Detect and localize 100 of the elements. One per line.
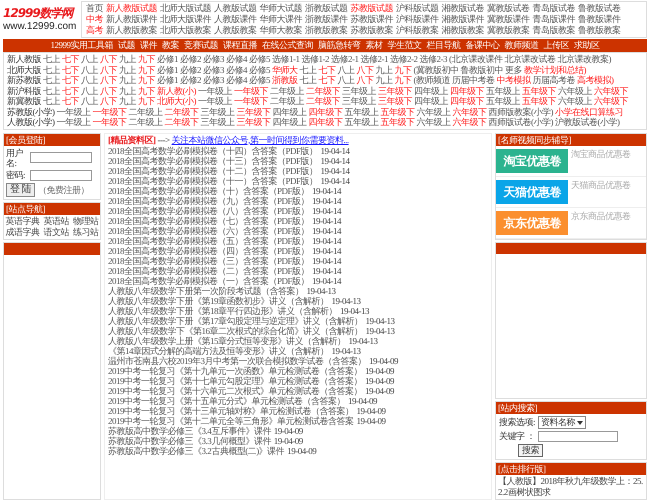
header-link[interactable]: 沪科版教案 <box>396 24 438 36</box>
grade-link[interactable]: 沪教版试卷(小学) <box>555 117 620 128</box>
grade-link[interactable]: 五年级下 <box>522 96 556 106</box>
grade-link[interactable]: 中考模拟 <box>496 75 530 86</box>
grade-link[interactable]: 北京课改教案) <box>558 54 611 64</box>
article-link[interactable]: 人教版八年级数学下册《第18章平行四边形》讲义（含解析） <box>108 306 337 316</box>
article-link[interactable]: 人教版八年级数学下《第16章二次根式的综合化简》讲义（含解析） <box>108 326 362 336</box>
grade-link[interactable]: 选修1-2 <box>302 54 329 64</box>
site-nav-link[interactable]: 英语站 <box>44 216 69 226</box>
header-link[interactable]: 苏教版教案 <box>350 24 393 36</box>
grade-link[interactable]: 小学在线口算练习 <box>555 106 623 117</box>
article-link[interactable]: 人教版八年级数学下册《第19章函数初步》讲义（含解析） <box>108 296 328 306</box>
nav-link[interactable]: 竞赛试题 <box>184 39 218 52</box>
grade-link[interactable]: 九上 <box>376 75 392 86</box>
article-link[interactable]: 2018全国高考数学必刷模拟卷（二）含答案（PDF版） <box>108 266 310 276</box>
header-link[interactable]: 浙教版试题 <box>305 2 348 14</box>
grade-link[interactable]: 更多 <box>505 64 522 75</box>
nav-link[interactable]: 在线公式查询 <box>262 39 313 52</box>
grade-link[interactable]: 一年级下 <box>234 96 268 106</box>
grade-link[interactable]: 七上 <box>43 75 60 86</box>
grade-link[interactable]: 二年级上 <box>270 86 304 96</box>
grade-link[interactable]: 六年级上 <box>558 86 592 96</box>
grade-link[interactable]: 九上 <box>119 64 136 75</box>
article-link[interactable]: 人教版八年级数学下册《第17章勾股定理与逆定理》讲义（含解析） <box>108 316 362 326</box>
nav-link[interactable]: 上传区 <box>544 39 569 52</box>
grade-link[interactable]: 二年级下 <box>164 106 198 117</box>
article-link[interactable]: 2018全国高考数学必刷模拟卷（一）含答案（PDF版） <box>108 276 310 286</box>
grade-link[interactable]: 五年级下 <box>380 106 414 117</box>
header-link[interactable]: 新人教版课件 <box>106 14 157 24</box>
grade-link[interactable]: (北京课改课件 <box>449 54 502 64</box>
grade-link[interactable]: 六年级下 <box>594 96 628 106</box>
grade-link[interactable]: 必修3 <box>203 54 224 64</box>
article-link[interactable]: 2018全国高考数学必刷模拟卷（五）含答案（PDF版） <box>108 236 310 246</box>
grade-link[interactable]: 三年级下 <box>236 106 270 117</box>
grade-link[interactable]: 一年级下 <box>92 117 126 128</box>
grade-link[interactable]: 九上 <box>119 86 136 96</box>
search-button[interactable]: 搜索 <box>518 444 543 457</box>
header-link[interactable]: 青岛版试卷 <box>532 2 575 14</box>
grade-link[interactable]: 八上 <box>81 96 98 106</box>
grade-link[interactable]: 四年级上 <box>272 106 306 117</box>
article-link[interactable]: 2019中考一轮复习《第十二单元全等三角形》单元检测试卷含答案 <box>108 416 354 426</box>
header-link[interactable]: 鲁教版试卷 <box>578 2 620 14</box>
grade-link[interactable]: 五年级下 <box>380 117 414 128</box>
article-link[interactable]: 2018全国高考数学必刷模拟卷（六）含答案（PDF版） <box>108 226 310 236</box>
article-link[interactable]: 2019中考一轮复习《第十三单元轴对称》单元检测试卷（含答案） <box>108 406 354 416</box>
grade-link[interactable]: 四年级下 <box>308 106 342 117</box>
article-link[interactable]: 2018全国高考数学必刷模拟卷（八）含答案（PDF版） <box>108 206 310 216</box>
grade-link[interactable]: 必修5 <box>249 75 270 86</box>
grade-link[interactable]: 必修3 <box>203 75 224 86</box>
login-button[interactable]: 登 陆 <box>6 182 35 196</box>
grade-link[interactable]: 必修4 <box>226 54 247 64</box>
header-link[interactable]: 沪科版试题 <box>396 2 438 14</box>
grade-link[interactable]: 教学计划和总结) <box>524 64 586 75</box>
site-nav-link[interactable]: 语文站 <box>44 226 69 238</box>
header-link[interactable]: 高考 <box>86 24 103 36</box>
grade-link[interactable]: 七下 <box>62 54 79 64</box>
grade-link[interactable]: 七上 <box>43 96 60 106</box>
header-link[interactable]: 北师大版试题 <box>160 2 211 14</box>
article-link[interactable]: 2018全国高考数学必刷模拟卷（三）含答案（PDF版） <box>108 256 310 266</box>
grade-link[interactable]: 必修3 <box>203 64 224 75</box>
grade-link[interactable]: 四年级上 <box>414 96 448 106</box>
grade-link[interactable]: 二年级下 <box>306 96 340 106</box>
grade-link[interactable]: 八上 <box>338 64 354 75</box>
site-logo[interactable]: 12999数学网 <box>3 6 75 18</box>
text-field[interactable] <box>30 170 92 180</box>
article-link[interactable]: 人教版八年级数学上册《第15章分式恒等变形》讲义（含解析） <box>108 336 346 346</box>
header-link[interactable]: 北师大版教案 <box>160 24 211 36</box>
article-link[interactable]: 苏教版高中数学必修三《3.4互斥事件》课件 <box>108 426 271 436</box>
grade-link[interactable]: 一年级下 <box>234 86 268 96</box>
grade-link[interactable]: 九下 <box>138 54 155 64</box>
grade-link[interactable]: 四年级下 <box>308 117 342 128</box>
grade-link[interactable]: 必修4 <box>226 75 247 86</box>
header-link[interactable]: 华师大试题 <box>260 2 302 14</box>
grade-link[interactable]: 四年级上 <box>414 86 448 96</box>
grade-link[interactable]: 七上 <box>43 64 60 75</box>
grade-link[interactable]: 八下 <box>356 75 374 86</box>
grade-link[interactable]: 四年级下 <box>450 86 484 96</box>
header-link[interactable]: 浙教版教案 <box>305 24 348 36</box>
article-link[interactable]: 2018全国高考数学必刷模拟卷（十）含答案（PDF版） <box>108 186 310 196</box>
header-link[interactable]: 华师大教案 <box>260 24 302 36</box>
grade-link[interactable]: 八下 <box>100 64 117 75</box>
grade-link[interactable]: 九下 <box>394 75 412 86</box>
grade-link[interactable]: 七下 <box>62 75 79 86</box>
grade-link[interactable]: 必修1 <box>157 54 178 64</box>
grade-link[interactable]: 八下 <box>100 54 117 64</box>
nav-link[interactable]: 脑筋急转弯 <box>318 39 360 52</box>
grade-link[interactable]: 必修1 <box>157 64 178 75</box>
grade-link[interactable]: 五年级上 <box>486 96 520 106</box>
article-link[interactable]: 2018全国高考数学必刷模拟卷（四）含答案（PDF版） <box>108 246 310 256</box>
wechat-link[interactable]: 关注本站微信公众号,第一时间得到你需要资料... <box>172 134 349 146</box>
grade-link[interactable]: 四年级下 <box>450 96 484 106</box>
grade-link[interactable]: 选修1-1 <box>272 54 300 64</box>
grade-link[interactable]: (冀教版初中 <box>414 64 458 75</box>
grade-link[interactable]: 北京课改试卷 <box>504 54 556 64</box>
grade-link[interactable]: 一年级上 <box>56 117 90 128</box>
grade-link[interactable]: 八下 <box>356 64 374 75</box>
grade-link[interactable]: 二年级下 <box>306 86 340 96</box>
nav-link[interactable]: 12999实用工具箱 <box>50 39 113 52</box>
grade-link[interactable]: 九下 <box>394 64 412 75</box>
article-link[interactable]: 2018全国高考数学必刷模拟卷（十四）含答案（PDF版） <box>108 146 318 156</box>
